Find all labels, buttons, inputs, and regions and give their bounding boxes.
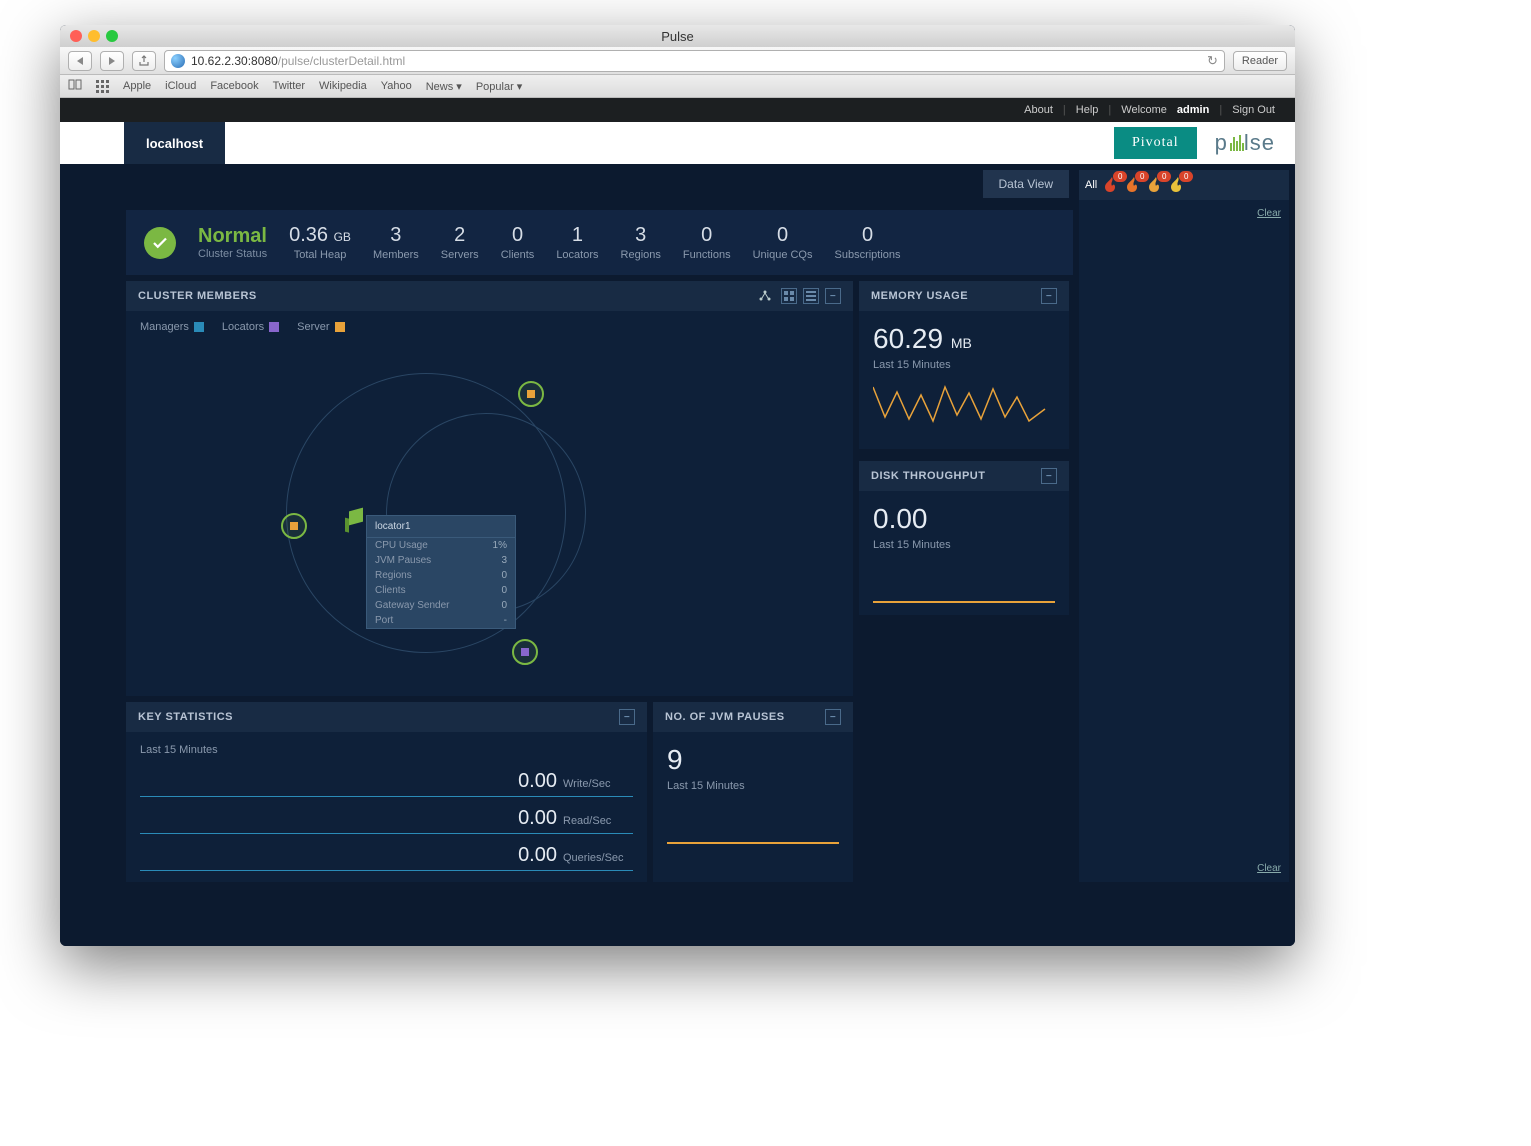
alert-tab-all[interactable]: All	[1085, 179, 1097, 191]
titlebar: Pulse	[60, 25, 1295, 47]
managers-swatch	[194, 322, 204, 332]
status-ok-icon	[144, 227, 176, 259]
bookmark-item[interactable]: Popular ▾	[476, 80, 523, 93]
bookmark-item[interactable]: Twitter	[273, 80, 305, 92]
alert-severity-icon[interactable]: 0	[1105, 177, 1119, 193]
alert-severity-icon[interactable]: 0	[1149, 177, 1163, 193]
grid-view-icon[interactable]	[781, 288, 797, 304]
server-swatch	[335, 322, 345, 332]
alerts-sidebar: All 0 0 0 0 Clear Clear	[1079, 164, 1289, 882]
about-link[interactable]: About	[1024, 104, 1053, 116]
bookmark-item[interactable]: Facebook	[210, 80, 258, 92]
memory-usage-panel: MEMORY USAGE − 60.29 MB Last 15 Minutes	[859, 281, 1069, 449]
panel-subtitle: Last 15 Minutes	[140, 744, 633, 756]
collapse-icon[interactable]: −	[1041, 288, 1057, 304]
bookmarks-bar: Apple iCloud Facebook Twitter Wikipedia …	[60, 75, 1295, 98]
node-tooltip: locator1 CPU Usage1% JVM Pauses3 Regions…	[366, 515, 516, 629]
alert-tabs: All 0 0 0 0	[1079, 170, 1289, 200]
top-sites-icon[interactable]	[96, 80, 109, 93]
cluster-members-panel: CLUSTER MEMBERS − Managers Locators Se	[126, 281, 853, 696]
clear-alerts-link[interactable]: Clear	[1087, 863, 1281, 874]
help-link[interactable]: Help	[1076, 104, 1099, 116]
zoom-window-button[interactable]	[106, 30, 118, 42]
topology-view-icon[interactable]	[755, 286, 775, 306]
bookmark-item[interactable]: News ▾	[426, 80, 462, 93]
app-root: About| Help| Welcome admin| Sign Out loc…	[60, 98, 1295, 946]
bookmark-item[interactable]: Apple	[123, 80, 151, 92]
browser-window: Pulse 10.62.2.30:8080/pulse/clusterDetai…	[60, 25, 1295, 946]
bookmark-item[interactable]: iCloud	[165, 80, 196, 92]
member-node[interactable]	[281, 513, 307, 539]
header: localhost Pivotal plse	[60, 122, 1295, 164]
welcome-label: Welcome	[1121, 104, 1167, 116]
status-label: Normal	[198, 225, 267, 248]
reload-icon[interactable]: ↻	[1207, 53, 1218, 69]
url-host: 10.62.2.30:8080	[191, 54, 278, 68]
back-button[interactable]	[68, 51, 92, 71]
disk-value: 0.00	[873, 503, 1055, 535]
memory-sparkline	[873, 377, 1053, 432]
panel-title: KEY STATISTICS	[138, 711, 233, 723]
url-path: /pulse/clusterDetail.html	[278, 54, 405, 68]
forward-button[interactable]	[100, 51, 124, 71]
memory-value: 60.29	[873, 323, 943, 354]
window-title: Pulse	[661, 29, 694, 44]
signout-link[interactable]: Sign Out	[1232, 104, 1275, 116]
jvm-value: 9	[667, 744, 839, 776]
status-sub: Cluster Status	[198, 248, 267, 260]
bookmark-item[interactable]: Yahoo	[381, 80, 412, 92]
address-bar[interactable]: 10.62.2.30:8080/pulse/clusterDetail.html…	[164, 50, 1225, 72]
key-statistics-panel: KEY STATISTICS − Last 15 Minutes 0.00Wri…	[126, 702, 647, 882]
data-view-button[interactable]: Data View	[983, 170, 1069, 198]
globe-icon	[171, 54, 185, 68]
disk-throughput-panel: DISK THROUGHPUT − 0.00 Last 15 Minutes	[859, 461, 1069, 615]
collapse-icon[interactable]: −	[1041, 468, 1057, 484]
share-button[interactable]	[132, 51, 156, 71]
collapse-icon[interactable]: −	[825, 709, 841, 725]
panel-title: MEMORY USAGE	[871, 290, 968, 302]
host-tab[interactable]: localhost	[124, 122, 225, 164]
panel-title: CLUSTER MEMBERS	[138, 290, 257, 302]
panel-subtitle: Last 15 Minutes	[667, 780, 839, 792]
close-window-button[interactable]	[70, 30, 82, 42]
member-node[interactable]	[518, 381, 544, 407]
sparkline	[667, 842, 839, 844]
locators-swatch	[269, 322, 279, 332]
panel-title: NO. OF JVM PAUSES	[665, 711, 785, 723]
panel-subtitle: Last 15 Minutes	[873, 539, 1055, 551]
member-node[interactable]	[512, 639, 538, 665]
reader-button[interactable]: Reader	[1233, 51, 1287, 71]
tooltip-title: locator1	[367, 516, 515, 538]
browser-toolbar: 10.62.2.30:8080/pulse/clusterDetail.html…	[60, 47, 1295, 75]
alert-severity-icon[interactable]: 0	[1171, 177, 1185, 193]
pulse-logo: plse	[1215, 130, 1275, 156]
alert-severity-icon[interactable]: 0	[1127, 177, 1141, 193]
panel-subtitle: Last 15 Minutes	[873, 359, 1055, 371]
bookmark-item[interactable]: Wikipedia	[319, 80, 367, 92]
pivotal-logo: Pivotal	[1114, 127, 1197, 159]
reading-list-icon[interactable]	[68, 79, 82, 93]
sparkline	[873, 601, 1055, 603]
status-card: Normal Cluster Status 0.36 GBTotal Heap …	[126, 210, 1073, 275]
minimize-window-button[interactable]	[88, 30, 100, 42]
clear-alerts-link[interactable]: Clear	[1087, 208, 1281, 219]
top-links: About| Help| Welcome admin| Sign Out	[60, 98, 1295, 122]
list-view-icon[interactable]	[803, 288, 819, 304]
hub-icon	[339, 506, 369, 536]
panel-title: DISK THROUGHPUT	[871, 470, 985, 482]
collapse-icon[interactable]: −	[825, 288, 841, 304]
topology-viz[interactable]: locator1 CPU Usage1% JVM Pauses3 Regions…	[126, 343, 853, 683]
jvm-pauses-panel: NO. OF JVM PAUSES − 9 Last 15 Minutes	[653, 702, 853, 882]
collapse-icon[interactable]: −	[619, 709, 635, 725]
user-label: admin	[1177, 104, 1209, 116]
